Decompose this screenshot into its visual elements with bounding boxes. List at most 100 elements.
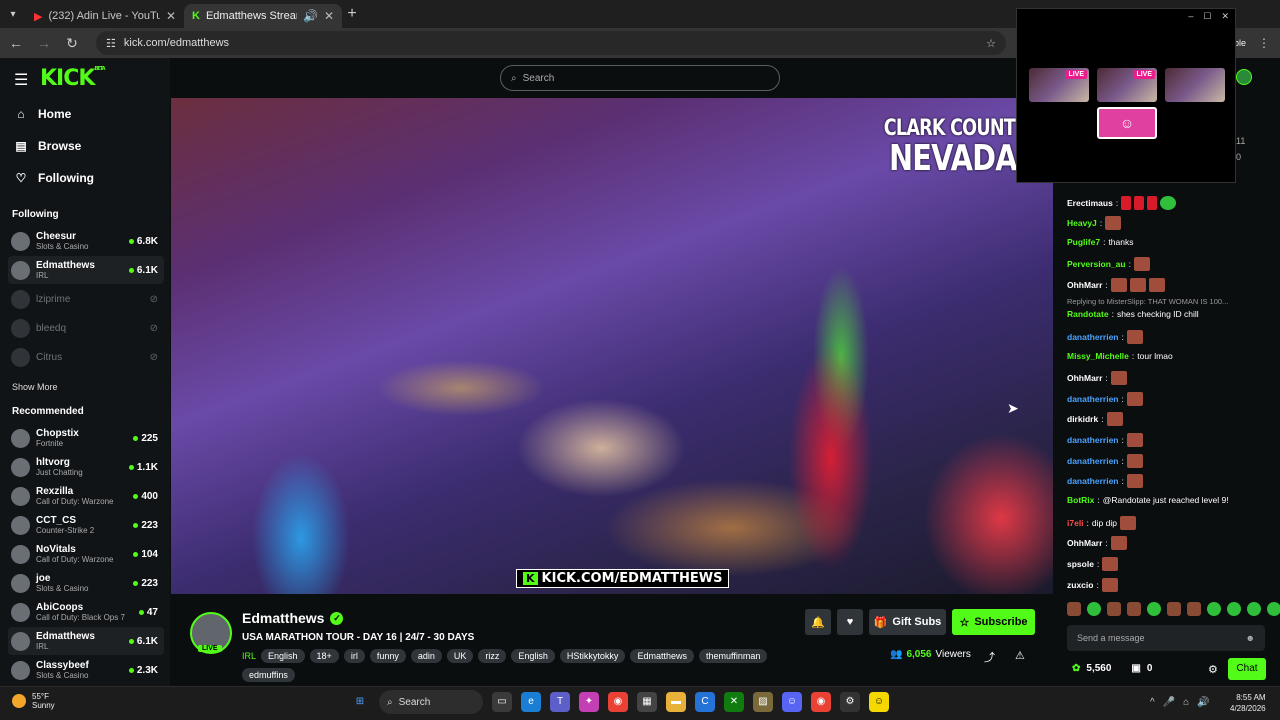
gift-subs-button[interactable]: 🎁 Gift Subs <box>869 609 946 635</box>
chat-username[interactable]: spsole <box>1067 559 1094 569</box>
url-field[interactable]: ☷ kick.com/edmatthews ☆ <box>96 31 1006 55</box>
chat-username[interactable]: danatherrien <box>1067 332 1119 342</box>
kicks-balance[interactable]: ✿ 5,560 ▣ 0 <box>1072 663 1152 674</box>
forward-icon[interactable]: → <box>36 35 52 51</box>
volume-icon[interactable]: 🔊 <box>1197 697 1209 708</box>
chrome-icon[interactable]: ◉ <box>811 692 831 712</box>
windows-start-icon[interactable]: ⊞ <box>350 692 370 712</box>
chevron-up-icon[interactable]: ^ <box>1150 697 1155 708</box>
browser-menu-icon[interactable]: ⋮ <box>1258 36 1280 50</box>
chat-username[interactable]: Missy_Michelle <box>1067 351 1129 361</box>
close-tab-icon[interactable]: ✕ <box>166 9 176 23</box>
weather-widget[interactable]: 55°F Sunny <box>12 692 55 710</box>
sidebar-channel[interactable]: NoVitals Call of Duty: Warzone 104 <box>8 540 164 568</box>
sidebar-channel[interactable]: AbiCoops Call of Duty: Black Ops 7 47 <box>8 598 164 626</box>
stream-thumbnail[interactable]: LIVE <box>1029 68 1089 102</box>
new-tab-button[interactable]: + <box>342 5 362 23</box>
chat-username[interactable]: OhhMarr <box>1067 373 1102 383</box>
store-icon[interactable]: ▦ <box>637 692 657 712</box>
follow-button[interactable]: ♥ <box>837 609 863 635</box>
nav-following[interactable]: ♡ Following <box>14 171 94 185</box>
mic-icon[interactable]: 🎤 <box>1163 697 1175 708</box>
tab-kick[interactable]: K Edmatthews Stream - Watc 🔊 ✕ <box>184 4 342 28</box>
maximize-icon[interactable]: ☐ <box>1203 11 1211 22</box>
chat-username[interactable]: BotRix <box>1067 495 1094 505</box>
search-input[interactable]: ⌕ Search <box>500 65 780 91</box>
stream-thumbnail[interactable]: LIVE <box>1097 68 1157 102</box>
stream-tag[interactable]: UK <box>446 649 474 663</box>
sidebar-channel[interactable]: Cheesur Slots & Casino 6.8K <box>8 227 164 255</box>
picture-in-picture-window[interactable]: – ☐ ✕ LIVE LIVE ☺ <box>1016 8 1236 183</box>
chat-username[interactable]: danatherrien <box>1067 394 1119 404</box>
stream-tag[interactable]: English <box>511 649 555 663</box>
stream-tag[interactable]: HStikkytokky <box>559 649 626 663</box>
close-icon[interactable]: ✕ <box>1221 11 1229 22</box>
tab-search-icon[interactable]: ▾ <box>0 9 26 20</box>
chat-message-input[interactable]: Send a message ☻ <box>1067 625 1265 651</box>
sidebar-channel[interactable]: Rexzilla Call of Duty: Warzone 400 <box>8 482 164 510</box>
sidebar-channel[interactable]: Citrus ⊘ <box>8 343 164 371</box>
chat-username[interactable]: Erectimaus <box>1067 198 1113 208</box>
chat-settings-icon[interactable]: ⚙ <box>1208 663 1218 676</box>
app-c-icon[interactable]: C <box>695 692 715 712</box>
stream-tag[interactable]: edmuffins <box>242 668 295 682</box>
sidebar-channel[interactable]: Chopstix Fortnite 225 <box>8 424 164 452</box>
nav-browse[interactable]: ▤ Browse <box>14 139 81 153</box>
show-more-link[interactable]: Show More <box>12 382 58 392</box>
report-icon[interactable]: ⚠ <box>1015 649 1025 662</box>
settings-icon[interactable]: ⚙ <box>840 692 860 712</box>
streamer-name[interactable]: Edmatthews ✓ <box>242 610 344 626</box>
notification-bell-button[interactable]: 🔔 <box>805 609 831 635</box>
sidebar-channel[interactable]: Edmatthews IRL 6.1K <box>8 256 164 284</box>
site-info-icon[interactable]: ☷ <box>106 37 116 50</box>
video-player[interactable]: CLARK COUNT NEVADA K KICK.COM/EDMATTHEWS <box>171 98 1053 594</box>
stream-tag[interactable]: funny <box>369 649 406 663</box>
chat-username[interactable]: i7eli <box>1067 518 1084 528</box>
user-avatar[interactable] <box>1236 69 1252 85</box>
chat-username[interactable]: zuxcio <box>1067 580 1093 590</box>
reload-icon[interactable]: ↻ <box>64 35 80 52</box>
discord-icon[interactable]: ☺ <box>782 692 802 712</box>
chat-username[interactable]: HeavyJ <box>1067 218 1097 228</box>
subscribe-button[interactable]: ☆ Subscribe <box>952 609 1035 635</box>
kick-logo[interactable]: KICKBETA <box>40 66 106 91</box>
network-icon[interactable]: ⌂ <box>1183 697 1189 708</box>
stream-tag[interactable]: irl <box>343 649 365 663</box>
taskbar-search[interactable]: ⌕ Search <box>379 690 483 714</box>
stream-tag[interactable]: adin <box>410 649 442 663</box>
back-icon[interactable]: ← <box>8 35 24 51</box>
stream-tag[interactable]: English <box>261 649 305 663</box>
emote-bar[interactable] <box>1067 602 1280 616</box>
sidebar-channel[interactable]: CCT_CS Counter-Strike 2 223 <box>8 511 164 539</box>
stream-tag[interactable]: IRL <box>242 649 256 663</box>
sidebar-channel[interactable]: hltvorg Just Chatting 1.1K <box>8 453 164 481</box>
copilot-icon[interactable]: ✦ <box>579 692 599 712</box>
app-icon[interactable]: ▨ <box>753 692 773 712</box>
chat-username[interactable]: danatherrien <box>1067 435 1119 445</box>
chat-username[interactable]: danatherrien <box>1067 476 1119 486</box>
share-icon[interactable]: ⤴ <box>984 649 995 665</box>
chat-username[interactable]: OhhMarr <box>1067 538 1102 548</box>
stream-tag[interactable]: rizz <box>478 649 507 663</box>
chat-username[interactable]: dirkidrk <box>1067 414 1098 424</box>
close-tab-icon[interactable]: ✕ <box>324 9 334 23</box>
sidebar-channel[interactable]: joe Slots & Casino 223 <box>8 569 164 597</box>
discord-icon[interactable]: ☺ <box>1097 107 1157 139</box>
edge-icon[interactable]: e <box>521 692 541 712</box>
teams-icon[interactable]: T <box>550 692 570 712</box>
stream-thumbnail[interactable] <box>1165 68 1225 102</box>
emoji-icon[interactable]: ☻ <box>1246 633 1255 643</box>
minimize-icon[interactable]: – <box>1188 11 1193 22</box>
chat-username[interactable]: Puglife7 <box>1067 237 1100 247</box>
sidebar-channel[interactable]: lziprime ⊘ <box>8 285 164 313</box>
chat-username[interactable]: Perversion_au <box>1067 259 1126 269</box>
sidebar-channel[interactable]: Classybeef Slots & Casino 2.3K <box>8 656 164 684</box>
stream-tag[interactable]: 18+ <box>309 649 339 663</box>
stream-tag[interactable]: Edmatthews <box>630 649 694 663</box>
bookmark-star-icon[interactable]: ☆ <box>986 37 996 50</box>
snapchat-icon[interactable]: ☺ <box>869 692 889 712</box>
sidebar-channel[interactable]: bleedq ⊘ <box>8 314 164 342</box>
file-explorer-icon[interactable]: ▬ <box>666 692 686 712</box>
tab-youtube[interactable]: ▶ (232) Adin Live - YouTube ✕ <box>26 4 184 28</box>
sidebar-channel[interactable]: Edmatthews IRL 6.1K <box>8 627 164 655</box>
